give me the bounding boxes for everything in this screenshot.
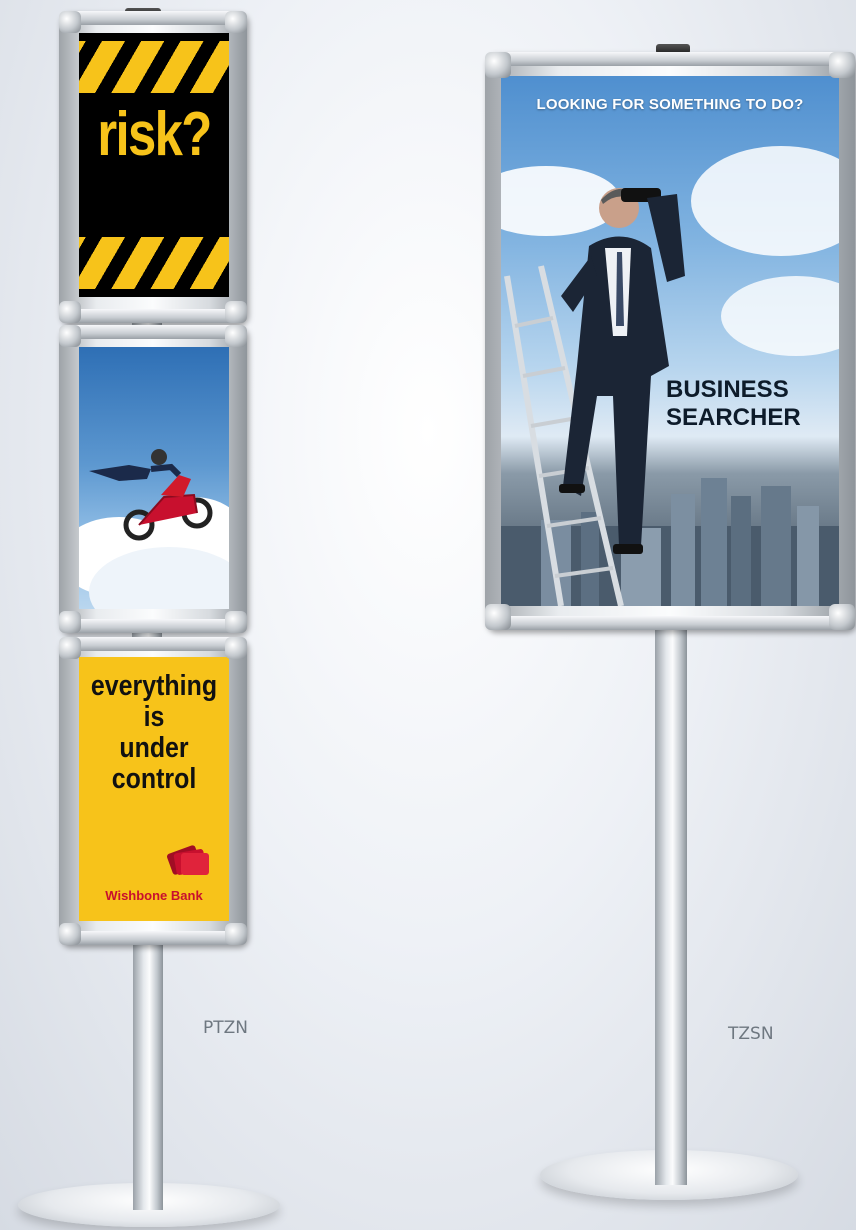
stand-model-label: PTZN (203, 1018, 248, 1038)
businessman-illustration (559, 188, 685, 554)
frame-corner (225, 325, 247, 347)
poster-title-line: SEARCHER (666, 404, 801, 431)
poster-frame-risk: risk? (59, 11, 247, 323)
frame-corner (225, 923, 247, 945)
stand-model-label: TZSN (728, 1024, 774, 1044)
frame-corner (59, 325, 81, 347)
frame-corner (225, 301, 247, 323)
poster-risk: risk? (79, 33, 229, 297)
hazard-stripes-bottom (79, 237, 229, 289)
poster-control-line: everything (90, 670, 218, 702)
frame-corner (829, 52, 855, 78)
poster-frame-business: LOOKING FOR SOMETHING TO DO? BUSINESS SE… (485, 52, 855, 630)
poster-control-line: under (119, 732, 189, 764)
poster-headline: LOOKING FOR SOMETHING TO DO? (536, 96, 804, 113)
frame-corner (485, 52, 511, 78)
poster-frame-moto (59, 325, 247, 633)
stand-pole (133, 930, 163, 1210)
frame-corner (225, 611, 247, 633)
poster-title-line: BUSINESS (666, 376, 789, 403)
frame-corner (59, 301, 81, 323)
frame-corner (59, 11, 81, 33)
poster-control-line: control (111, 763, 197, 795)
bank-name: Wishbone Bank (105, 888, 203, 903)
poster-title: BUSINESS SEARCHER (666, 376, 801, 432)
stand-pole (655, 625, 687, 1185)
poster-frame-control: everything is under control Wishbone Ban… (59, 637, 247, 945)
poster-risk-text: risk? (97, 100, 212, 169)
frame-corner (59, 923, 81, 945)
bank-cards-logo-icon (166, 845, 209, 875)
frame-corner (829, 604, 855, 630)
poster-business: LOOKING FOR SOMETHING TO DO? BUSINESS SE… (501, 76, 839, 606)
frame-corner (225, 11, 247, 33)
poster-motocross (79, 347, 229, 609)
frame-corner (59, 637, 81, 659)
poster-control-line: is (143, 701, 165, 733)
poster-control-text: everything is under control (90, 671, 219, 795)
frame-corner (225, 637, 247, 659)
poster-control: everything is under control Wishbone Ban… (79, 657, 229, 921)
hazard-stripes-top (79, 41, 229, 93)
frame-corner (485, 604, 511, 630)
motocross-rider-illustration (89, 449, 213, 541)
frame-corner (59, 611, 81, 633)
